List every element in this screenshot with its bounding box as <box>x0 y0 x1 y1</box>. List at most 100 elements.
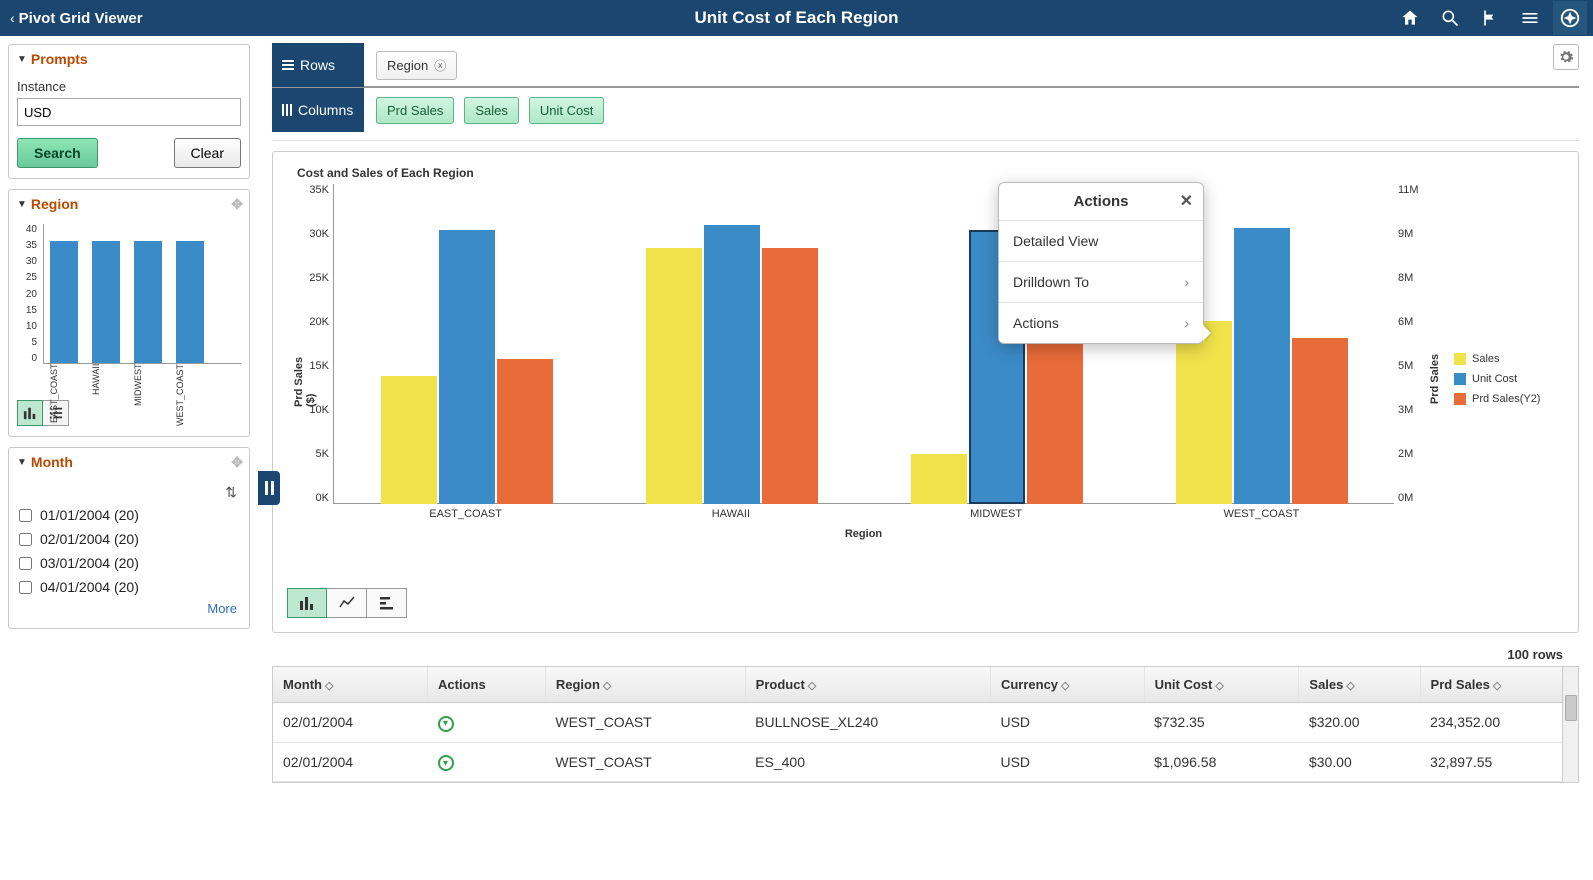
chart-bar[interactable] <box>381 376 437 504</box>
column-chip[interactable]: Prd Sales <box>376 97 454 124</box>
legend-item[interactable]: Prd Sales(Y2) <box>1454 393 1564 405</box>
mini-bar[interactable] <box>134 241 162 364</box>
table-header[interactable]: Region◇ <box>545 667 745 703</box>
table-header[interactable]: Sales◇ <box>1299 667 1420 703</box>
popover-menu-item[interactable]: Drilldown To› <box>999 262 1203 303</box>
prompts-panel: ▼ Prompts Instance Search Clear <box>8 44 250 179</box>
chart-legend: Sales Unit Cost Prd Sales(Y2) <box>1454 184 1564 574</box>
popover-menu-item[interactable]: Actions› <box>999 303 1203 343</box>
month-filter-item[interactable]: 04/01/2004 (20) <box>17 575 241 599</box>
month-checkbox[interactable] <box>19 557 32 570</box>
table-header[interactable]: Currency◇ <box>990 667 1144 703</box>
chart-bar[interactable] <box>1027 329 1083 504</box>
table-header[interactable]: Prd Sales◇ <box>1420 667 1577 703</box>
mini-bar[interactable] <box>92 241 120 364</box>
row-actions-icon[interactable]: ▾ <box>438 716 454 732</box>
chart-group <box>334 184 599 504</box>
table-header[interactable]: Month◇ <box>273 667 428 703</box>
menu-icon[interactable] <box>1513 1 1547 35</box>
month-filter-item[interactable]: 02/01/2004 (20) <box>17 527 241 551</box>
hbar-chart-icon[interactable] <box>367 588 407 618</box>
table-cell: 32,897.55 <box>1420 742 1577 782</box>
instance-label: Instance <box>17 79 241 94</box>
popover-menu-item[interactable]: Detailed View <box>999 221 1203 262</box>
instance-input[interactable] <box>17 98 241 126</box>
month-filter-item[interactable]: 03/01/2004 (20) <box>17 551 241 575</box>
back-label: Pivot Grid Viewer <box>19 10 143 27</box>
chart-bar[interactable] <box>497 359 553 504</box>
drag-handle-icon[interactable]: ✥ <box>231 454 243 471</box>
more-link[interactable]: More <box>207 601 237 616</box>
main-panel: Rows Regionⓧ Columns Prd SalesSalesUnit … <box>258 36 1593 880</box>
page-title: Unit Cost of Each Region <box>695 8 899 28</box>
y-right-label: Prd Sales <box>1429 354 1441 404</box>
legend-item[interactable]: Unit Cost <box>1454 373 1564 385</box>
data-table: Month◇ActionsRegion◇Product◇Currency◇Uni… <box>272 666 1579 783</box>
main-chart[interactable]: Prd Sales ($) 35K30K25K20K15K10K5K0K EAS… <box>287 184 1564 574</box>
prompts-header[interactable]: ▼ Prompts <box>9 45 249 73</box>
bar-chart-icon[interactable] <box>287 588 327 618</box>
drag-handle-icon[interactable]: ✥ <box>231 196 243 213</box>
chart-bar[interactable] <box>439 230 495 504</box>
column-chip[interactable]: Unit Cost <box>529 97 604 124</box>
month-checkbox[interactable] <box>19 509 32 522</box>
legend-swatch <box>1454 393 1466 405</box>
table-header[interactable]: Actions <box>428 667 546 703</box>
mini-bar-label: HAWAII <box>91 364 119 426</box>
chart-bar[interactable] <box>762 248 818 504</box>
rows-count: 100 rows <box>258 647 1563 662</box>
flag-icon[interactable] <box>1473 1 1507 35</box>
x-tick-label: EAST_COAST <box>333 508 598 520</box>
month-facet-title: Month <box>31 454 73 470</box>
chart-bar[interactable] <box>911 454 967 504</box>
row-chip[interactable]: Regionⓧ <box>376 51 457 80</box>
table-cell: $1,096.58 <box>1144 742 1299 782</box>
region-facet-header[interactable]: ▼ Region ✥ <box>9 190 249 218</box>
table-header[interactable]: Product◇ <box>745 667 990 703</box>
compass-icon[interactable] <box>1553 1 1587 35</box>
mini-bar[interactable] <box>176 241 204 364</box>
bar-chart-icon[interactable] <box>17 400 43 426</box>
table-cell: ES_400 <box>745 742 990 782</box>
chart-bar[interactable] <box>1292 338 1348 504</box>
table-header[interactable]: Unit Cost◇ <box>1144 667 1299 703</box>
chevron-right-icon: › <box>1184 274 1189 290</box>
search-button[interactable]: Search <box>17 138 98 168</box>
prompts-title: Prompts <box>31 51 88 67</box>
month-checkbox[interactable] <box>19 581 32 594</box>
app-header: ‹ Pivot Grid Viewer Unit Cost of Each Re… <box>0 0 1593 36</box>
sort-toggle-icon[interactable]: ⇅ <box>17 482 241 503</box>
table-cell: $732.35 <box>1144 703 1299 743</box>
legend-item[interactable]: Sales <box>1454 353 1564 365</box>
row-actions-icon[interactable]: ▾ <box>438 755 454 771</box>
clear-button[interactable]: Clear <box>174 138 241 168</box>
left-panel: ▼ Prompts Instance Search Clear ▼ Region… <box>0 36 258 880</box>
x-tick-label: HAWAII <box>598 508 863 520</box>
chip-remove-icon[interactable]: ⓧ <box>434 57 446 74</box>
table-cell: USD <box>990 742 1144 782</box>
month-label: 02/01/2004 (20) <box>40 531 139 547</box>
chart-bar[interactable] <box>1176 321 1232 504</box>
search-icon[interactable] <box>1433 1 1467 35</box>
mini-bar[interactable] <box>50 241 78 364</box>
close-icon[interactable]: ✕ <box>1180 191 1193 211</box>
actions-popover: Actions ✕ Detailed ViewDrilldown To›Acti… <box>998 182 1204 344</box>
month-facet-header[interactable]: ▼ Month ✥ <box>9 448 249 476</box>
month-filter-item[interactable]: 01/01/2004 (20) <box>17 503 241 527</box>
home-icon[interactable] <box>1393 1 1427 35</box>
panel-collapse-handle[interactable] <box>258 471 280 505</box>
month-facet-panel: ▼ Month ✥ ⇅ 01/01/2004 (20) 02/01/2004 (2… <box>8 447 250 629</box>
gear-icon[interactable] <box>1553 44 1579 70</box>
line-chart-icon[interactable] <box>327 588 367 618</box>
back-button[interactable]: ‹ Pivot Grid Viewer <box>6 10 147 27</box>
column-chip[interactable]: Sales <box>464 97 519 124</box>
chart-title: Cost and Sales of Each Region <box>297 166 1564 180</box>
region-facet-panel: ▼ Region ✥ 4035302520151050 EAST_COASTHA… <box>8 189 250 437</box>
chart-card: Cost and Sales of Each Region Prd Sales … <box>272 151 1579 633</box>
chart-bar[interactable] <box>1234 228 1290 504</box>
chart-bar[interactable] <box>646 248 702 504</box>
chart-bar[interactable] <box>704 225 760 504</box>
region-mini-chart[interactable]: 4035302520151050 EAST_COASTHAWAIIMIDWEST… <box>17 224 241 394</box>
month-checkbox[interactable] <box>19 533 32 546</box>
table-scrollbar[interactable] <box>1562 667 1578 782</box>
